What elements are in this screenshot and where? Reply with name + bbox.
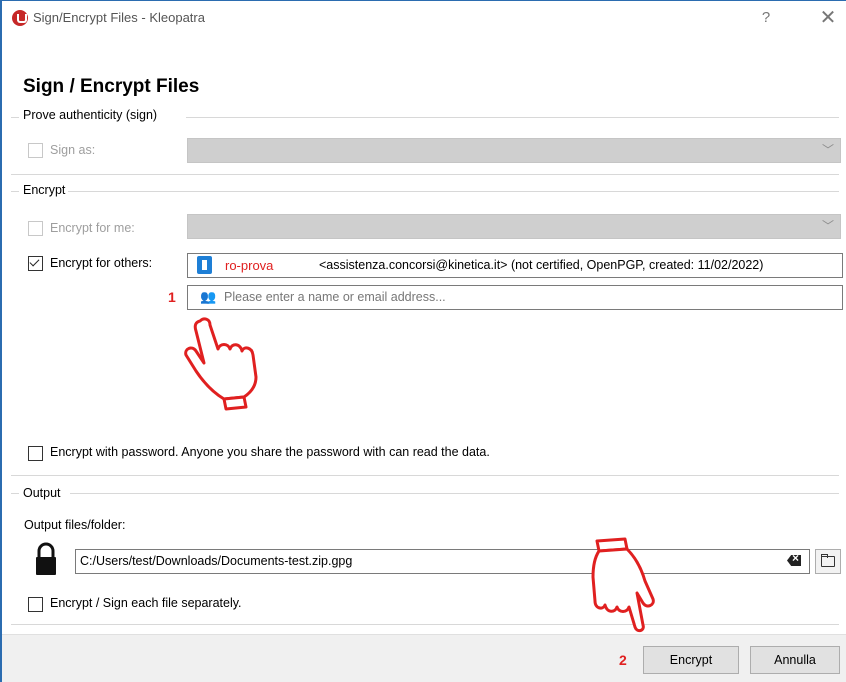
group-frame-top-right: [70, 493, 839, 494]
help-button[interactable]: ?: [751, 6, 781, 30]
output-path-input[interactable]: C:/Users/test/Downloads/Documents-test.z…: [75, 549, 810, 574]
recipient-name: ro-prova: [225, 258, 274, 273]
sign-group-label: Prove authenticity (sign): [23, 108, 158, 122]
group-frame-top-left: [11, 191, 19, 192]
add-contacts-icon: 👥: [200, 289, 217, 304]
group-frame-top-left: [11, 117, 19, 118]
lock-icon[interactable]: [35, 542, 57, 576]
sign-as-label: Sign as:: [50, 143, 96, 157]
pointing-hand-icon: [184, 317, 258, 411]
sign-as-checkbox[interactable]: [28, 143, 43, 158]
kleopatra-app-icon: [12, 10, 28, 26]
annotation-step-1: 1: [168, 289, 176, 305]
pointing-down-hand-icon: [591, 537, 655, 633]
encrypt-with-password-label: Encrypt with password. Anyone you share …: [50, 445, 490, 459]
divider: [11, 475, 839, 476]
divider: [11, 174, 839, 175]
title-bar: Sign/Encrypt Files - Kleopatra ? ✕: [2, 1, 846, 35]
dialog-window: Sign/Encrypt Files - Kleopatra ? ✕ Sign …: [0, 0, 846, 682]
output-group-label: Output: [23, 486, 61, 500]
encrypt-button[interactable]: Encrypt: [643, 646, 739, 674]
certificate-icon: [197, 256, 212, 274]
group-frame-top-right: [68, 191, 839, 192]
encrypt-sign-separately-label: Encrypt / Sign each file separately.: [50, 596, 242, 610]
group-frame-top-right: [186, 117, 839, 118]
close-button[interactable]: ✕: [813, 6, 843, 30]
encrypt-for-me-combobox[interactable]: ﹀: [187, 214, 841, 239]
output-files-folder-label: Output files/folder:: [24, 518, 126, 532]
sign-as-combobox[interactable]: ﹀: [187, 138, 841, 163]
group-frame-top-left: [11, 493, 19, 494]
recipient-placeholder: Please enter a name or email address...: [224, 290, 446, 304]
divider: [11, 624, 839, 625]
cancel-button[interactable]: Annulla: [750, 646, 840, 674]
encrypt-group-label: Encrypt: [23, 183, 66, 197]
page-title: Sign / Encrypt Files: [23, 76, 200, 97]
recipient-search-input[interactable]: 👥 Please enter a name or email address..…: [187, 285, 843, 310]
recipient-entry[interactable]: ro-prova <assistenza.concorsi@kinetica.i…: [187, 253, 843, 278]
recipient-details: <assistenza.concorsi@kinetica.it> (not c…: [319, 258, 764, 272]
browse-folder-button[interactable]: [815, 549, 841, 574]
encrypt-for-me-label: Encrypt for me:: [50, 221, 135, 235]
annotation-step-2: 2: [619, 652, 627, 668]
clear-icon[interactable]: [787, 555, 801, 566]
encrypt-with-password-checkbox[interactable]: [28, 446, 43, 461]
encrypt-for-others-checkbox[interactable]: [28, 256, 43, 271]
output-path-value: C:/Users/test/Downloads/Documents-test.z…: [80, 554, 353, 568]
encrypt-for-others-label: Encrypt for others:: [50, 256, 153, 270]
chevron-down-icon: ﹀: [821, 143, 834, 157]
encrypt-for-me-checkbox[interactable]: [28, 221, 43, 236]
window-title: Sign/Encrypt Files - Kleopatra: [33, 10, 205, 25]
chevron-down-icon: ﹀: [821, 219, 834, 233]
encrypt-sign-separately-checkbox[interactable]: [28, 597, 43, 612]
